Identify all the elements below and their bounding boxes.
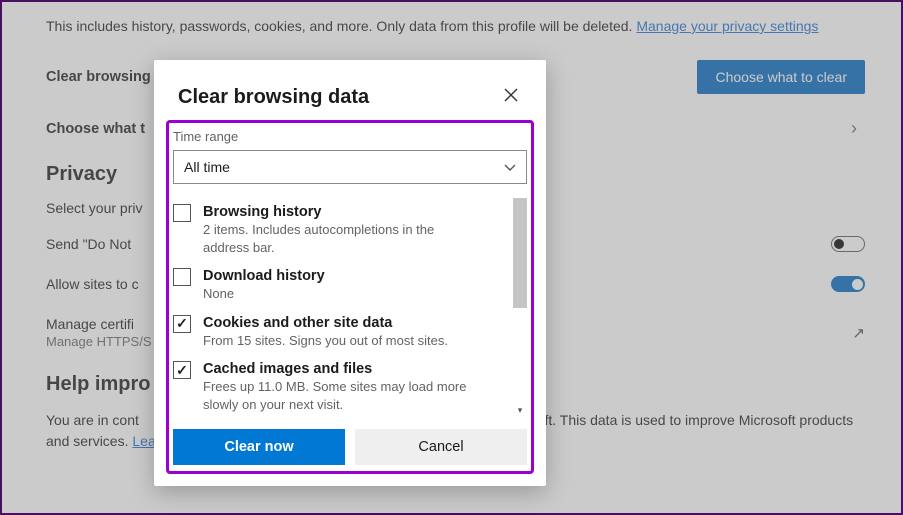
scrollbar-down-arrow[interactable]: ▾	[513, 405, 527, 419]
cancel-button[interactable]: Cancel	[355, 429, 527, 465]
clear-browsing-dialog: Clear browsing data Time range All time …	[154, 60, 546, 486]
checkbox-cached[interactable]	[173, 361, 191, 379]
option-browsing-history[interactable]: Browsing history 2 items. Includes autoc…	[173, 198, 513, 262]
time-range-select[interactable]: All time	[173, 150, 527, 184]
options-list: Browsing history 2 items. Includes autoc…	[173, 198, 513, 419]
option-cached[interactable]: Cached images and files Frees up 11.0 MB…	[173, 355, 513, 419]
option-download-history[interactable]: Download history None	[173, 262, 513, 309]
time-range-label: Time range	[173, 129, 527, 144]
highlighted-region: Time range All time Browsing history 2 i…	[166, 120, 534, 474]
options-scrollbar[interactable]: ▾	[513, 198, 527, 419]
chevron-down-icon	[504, 159, 516, 175]
option-cookies[interactable]: Cookies and other site data From 15 site…	[173, 309, 513, 356]
time-range-value: All time	[184, 159, 230, 175]
clear-now-button[interactable]: Clear now	[173, 429, 345, 465]
scrollbar-thumb[interactable]	[513, 198, 527, 308]
close-icon[interactable]	[500, 84, 522, 111]
checkbox-browsing-history[interactable]	[173, 204, 191, 222]
checkbox-download-history[interactable]	[173, 268, 191, 286]
checkbox-cookies[interactable]	[173, 315, 191, 333]
dialog-title: Clear browsing data	[178, 86, 369, 109]
